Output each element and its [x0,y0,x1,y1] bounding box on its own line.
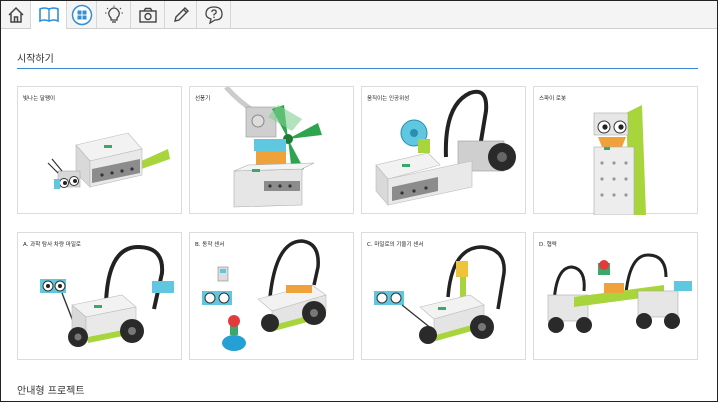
home-icon [7,6,24,23]
home-button[interactable] [1,1,31,28]
lightbulb-icon [104,5,123,23]
project-card-motion-sensor[interactable]: B. 동작 센서 [189,232,354,360]
motion-sensor-model-image [202,239,327,351]
section-title-guided-projects: 안내형 프로젝트 [17,386,85,397]
help-icon [204,5,223,24]
pencil-button[interactable] [165,1,197,28]
help-button[interactable] [197,1,231,28]
project-card-milo-rover[interactable]: A. 과학 탐사 차량 마일로 [17,232,182,360]
milo-rover-model-image [40,244,174,347]
tilt-sensor-model-image [374,245,506,344]
grid-icon [71,4,92,25]
section-title-getting-started: 시작하기 [17,54,54,65]
project-card-collaboration[interactable]: D. 협력 [533,232,698,360]
camera-button[interactable] [131,1,165,28]
fan-model-image [224,87,322,208]
project-card-spy-robot[interactable]: 스파이 로봇 [533,86,698,215]
project-card-tilt-sensor[interactable]: C. 마일로의 기울기 센서 [361,232,526,360]
collaboration-model-image [547,253,692,333]
book-button[interactable] [31,1,67,29]
spy-robot-model-image [593,105,646,215]
book-icon [38,7,59,23]
grid-button[interactable] [67,1,97,28]
project-card-satellite[interactable]: 움직이는 인공위성 [361,86,526,214]
section-divider [17,68,698,69]
camera-icon [138,7,157,23]
idea-button[interactable] [97,1,131,28]
project-card-snail[interactable]: 빛나는 달팽이 [17,86,182,214]
pencil-icon [173,6,189,22]
satellite-model-image [375,89,516,206]
project-card-fan[interactable]: 선풍기 [189,86,354,214]
top-toolbar [1,1,717,29]
snail-model-image [47,132,170,189]
